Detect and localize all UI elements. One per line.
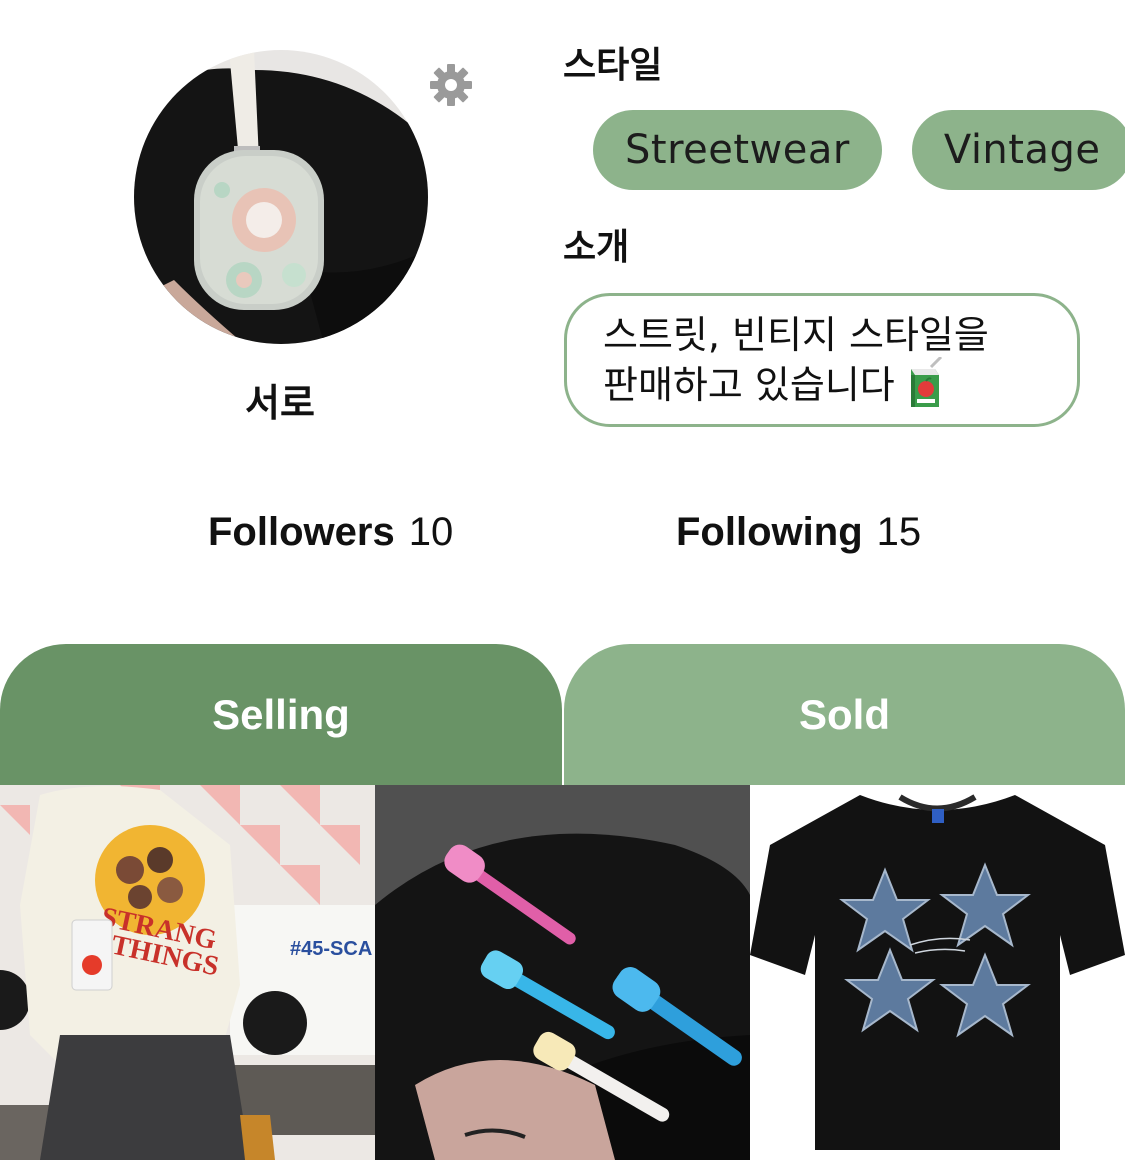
following-count: 15 bbox=[876, 510, 922, 554]
intro-text-line-2: 판매하고 있습니다 bbox=[603, 355, 1041, 410]
following-label: Following bbox=[676, 510, 863, 554]
style-tags: Streetwear Vintage bbox=[593, 110, 1125, 190]
product-image-3 bbox=[750, 785, 1125, 1160]
product-item-2[interactable] bbox=[375, 785, 750, 1160]
style-label: 스타일 bbox=[563, 45, 663, 86]
style-tag-streetwear[interactable]: Streetwear bbox=[593, 110, 882, 190]
username: 서로 bbox=[245, 381, 315, 425]
tab-selling[interactable]: Selling bbox=[0, 644, 562, 785]
style-tag-vintage[interactable]: Vintage bbox=[911, 110, 1125, 190]
avatar-photo bbox=[134, 50, 428, 344]
product-1-print-text: #45-SCA bbox=[290, 938, 372, 960]
tab-sold[interactable]: Sold bbox=[564, 644, 1125, 785]
followers-stat[interactable]: Followers 10 bbox=[208, 510, 453, 555]
juice-box-icon bbox=[905, 355, 945, 409]
product-item-1[interactable]: #45-SCA STRANG THINGS bbox=[0, 785, 375, 1160]
product-grid: #45-SCA STRANG THINGS bbox=[0, 785, 1125, 1160]
intro-label: 소개 bbox=[563, 227, 630, 268]
intro-box: 스트릿, 빈티지 스타일을 판매하고 있습니다 bbox=[564, 293, 1080, 427]
product-image-1: #45-SCA STRANG THINGS bbox=[0, 785, 375, 1160]
product-image-2 bbox=[375, 785, 750, 1160]
followers-count: 10 bbox=[408, 510, 454, 554]
intro-text-line-2-text: 판매하고 있습니다 bbox=[603, 363, 895, 407]
gear-icon[interactable] bbox=[428, 62, 474, 108]
product-item-3[interactable] bbox=[750, 785, 1125, 1160]
profile-avatar[interactable] bbox=[134, 50, 428, 344]
following-stat[interactable]: Following 15 bbox=[676, 510, 921, 555]
intro-text-line-1: 스트릿, 빈티지 스타일을 bbox=[603, 313, 989, 357]
followers-label: Followers bbox=[208, 510, 395, 554]
